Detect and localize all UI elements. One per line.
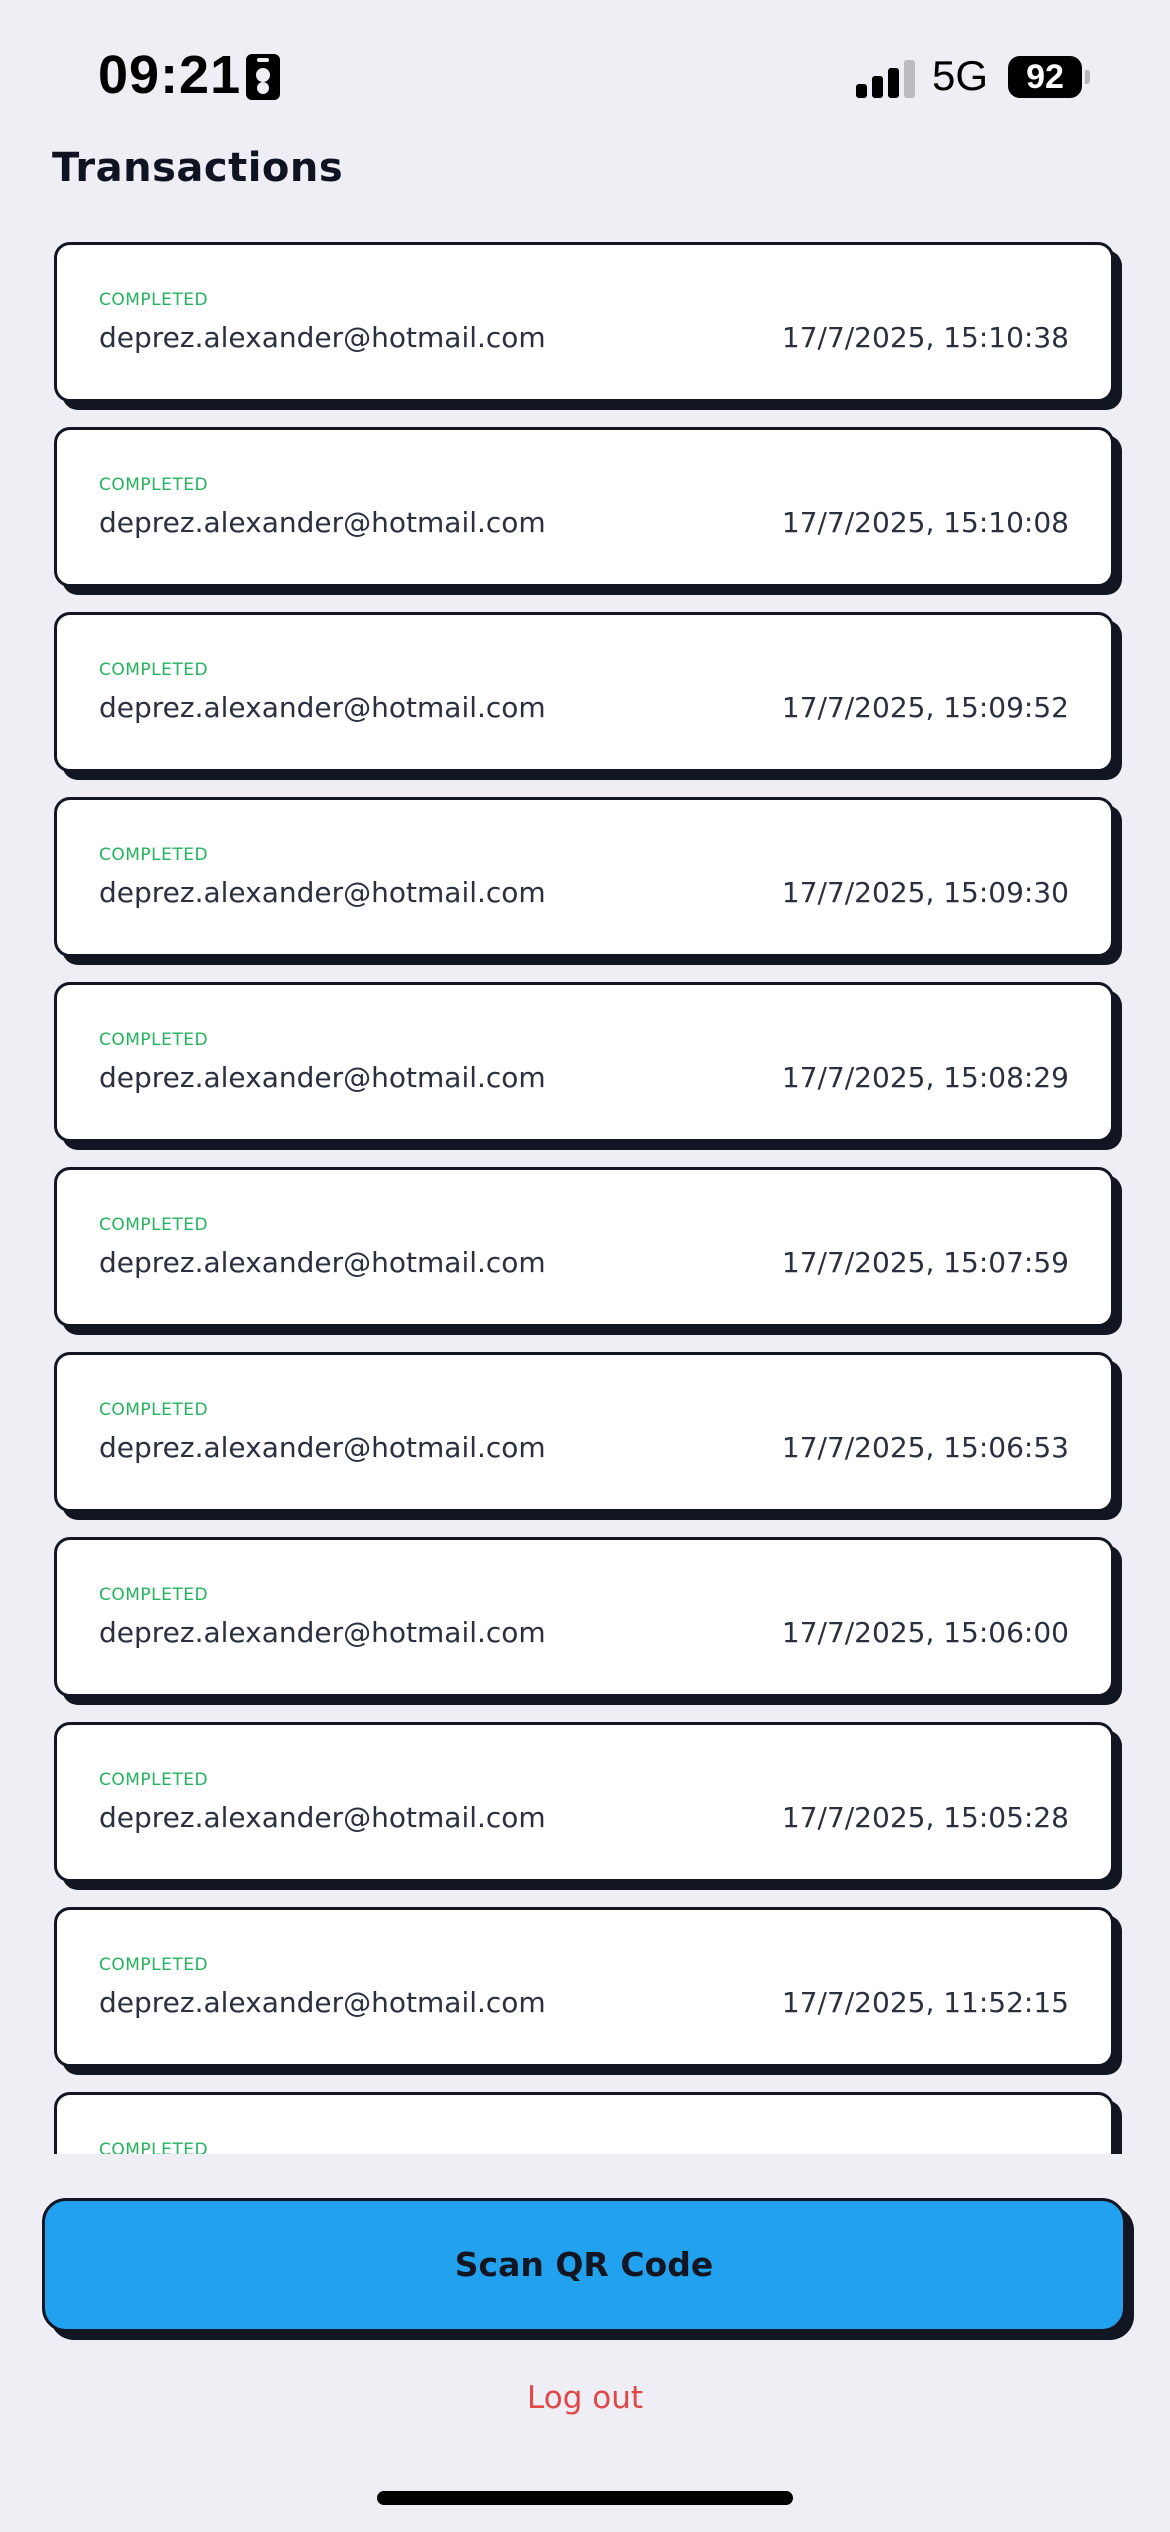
cellular-signal-icon xyxy=(856,60,918,98)
transaction-date: 17/7/2025, 15:07:59 xyxy=(781,1246,1069,1279)
battery-icon: 92 xyxy=(1008,56,1082,98)
home-indicator[interactable] xyxy=(377,2491,793,2505)
transaction-status: COMPLETED xyxy=(99,1400,209,1420)
transaction-email: deprez.alexander@hotmail.com xyxy=(99,1986,546,2019)
battery-cap xyxy=(1085,70,1090,84)
transaction-status: COMPLETED xyxy=(99,1585,209,1605)
transaction-email: deprez.alexander@hotmail.com xyxy=(99,1616,546,1649)
transaction-email: deprez.alexander@hotmail.com xyxy=(99,1246,546,1279)
transaction-email: deprez.alexander@hotmail.com xyxy=(99,321,546,354)
transaction-card[interactable]: COMPLETED deprez.alexander@hotmail.com 17/… xyxy=(54,1722,1114,1882)
network-type: 5G xyxy=(932,52,989,99)
contact-card-icon xyxy=(246,54,280,100)
transaction-date: 17/7/2025, 15:06:53 xyxy=(781,1431,1069,1464)
transaction-status: COMPLETED xyxy=(99,2140,209,2154)
status-bar: 09:21 5G 92 xyxy=(0,0,1170,150)
transaction-card[interactable]: COMPLETED deprez.alexander@hotmail.com 17/… xyxy=(54,1352,1114,1512)
transaction-status: COMPLETED xyxy=(99,1955,209,1975)
transaction-status: COMPLETED xyxy=(99,660,209,680)
scan-qr-code-button[interactable]: Scan QR Code xyxy=(42,2198,1126,2332)
transaction-email: deprez.alexander@hotmail.com xyxy=(99,1801,546,1834)
transaction-email: deprez.alexander@hotmail.com xyxy=(99,691,546,724)
transaction-card[interactable]: COMPLETED deprez.alexander@hotmail.com 17/… xyxy=(54,1907,1114,2067)
transaction-status: COMPLETED xyxy=(99,290,209,310)
transaction-card[interactable]: COMPLETED xyxy=(54,2092,1114,2154)
transaction-card[interactable]: COMPLETED deprez.alexander@hotmail.com 17/… xyxy=(54,982,1114,1142)
transaction-status: COMPLETED xyxy=(99,1215,209,1235)
transaction-date: 17/7/2025, 15:09:30 xyxy=(781,876,1069,909)
transaction-date: 17/7/2025, 15:06:00 xyxy=(781,1616,1069,1649)
transaction-card[interactable]: COMPLETED deprez.alexander@hotmail.com 17/… xyxy=(54,612,1114,772)
transaction-email: deprez.alexander@hotmail.com xyxy=(99,1061,546,1094)
transaction-status: COMPLETED xyxy=(99,845,209,865)
transaction-card[interactable]: COMPLETED deprez.alexander@hotmail.com 17/… xyxy=(54,427,1114,587)
transaction-email: deprez.alexander@hotmail.com xyxy=(99,1431,546,1464)
transaction-email: deprez.alexander@hotmail.com xyxy=(99,876,546,909)
transaction-status: COMPLETED xyxy=(99,1030,209,1050)
transaction-date: 17/7/2025, 15:10:38 xyxy=(781,321,1069,354)
transaction-email: deprez.alexander@hotmail.com xyxy=(99,506,546,539)
transaction-date: 17/7/2025, 15:10:08 xyxy=(781,506,1069,539)
transaction-list[interactable]: COMPLETED deprez.alexander@hotmail.com 17/… xyxy=(0,242,1170,2154)
page-title: Transactions xyxy=(52,145,344,191)
logout-link[interactable]: Log out xyxy=(0,2380,1170,2416)
transaction-date: 17/7/2025, 15:09:52 xyxy=(781,691,1069,724)
transaction-card[interactable]: COMPLETED deprez.alexander@hotmail.com 17/… xyxy=(54,1167,1114,1327)
transaction-status: COMPLETED xyxy=(99,1770,209,1790)
transaction-date: 17/7/2025, 15:05:28 xyxy=(781,1801,1069,1834)
transaction-card[interactable]: COMPLETED deprez.alexander@hotmail.com 17/… xyxy=(54,797,1114,957)
transaction-status: COMPLETED xyxy=(99,475,209,495)
status-time: 09:21 xyxy=(98,45,242,105)
transaction-date: 17/7/2025, 15:08:29 xyxy=(781,1061,1069,1094)
transaction-card[interactable]: COMPLETED deprez.alexander@hotmail.com 17/… xyxy=(54,1537,1114,1697)
transaction-date: 17/7/2025, 11:52:15 xyxy=(781,1986,1069,2019)
transaction-card[interactable]: COMPLETED deprez.alexander@hotmail.com 17/… xyxy=(54,242,1114,402)
